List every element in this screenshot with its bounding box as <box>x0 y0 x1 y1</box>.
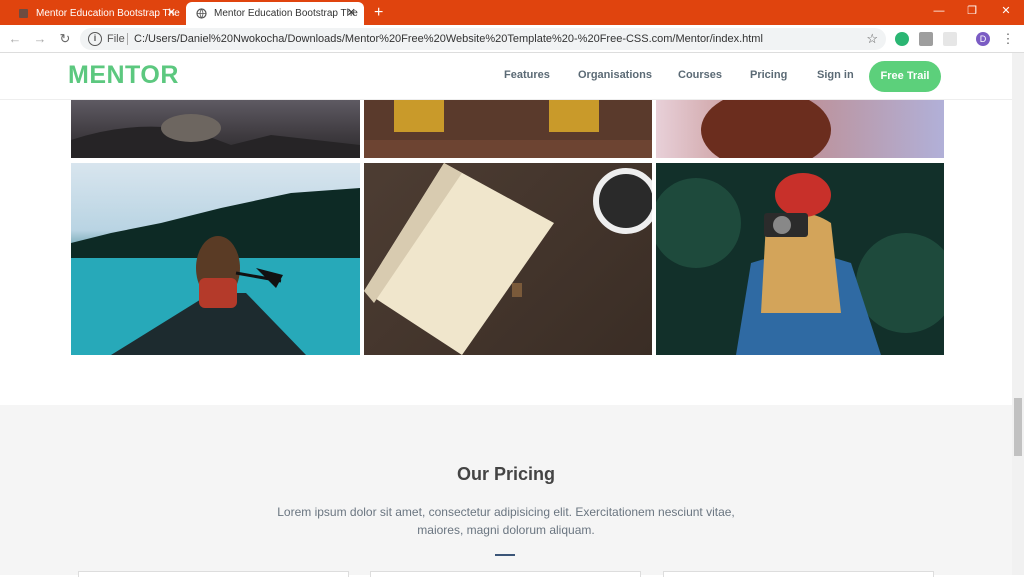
section-divider <box>495 554 515 556</box>
gallery-photo-camera-girl[interactable] <box>656 163 944 355</box>
nav-link-organisations[interactable]: Organisations <box>578 69 652 81</box>
nav-link-sign-in[interactable]: Sign in <box>817 69 854 81</box>
pricing-section: Our Pricing Lorem ipsum dolor sit amet, … <box>0 405 1012 577</box>
new-tab-button[interactable]: + <box>374 2 383 24</box>
tab-mentor-active[interactable]: Mentor Education Bootstrap The ✕ <box>186 2 364 25</box>
photo-graphic <box>364 100 652 158</box>
photo-graphic <box>364 163 652 355</box>
back-button[interactable]: ← <box>6 30 24 48</box>
gallery-photo-building[interactable] <box>364 100 652 158</box>
free-trial-button[interactable]: Free Trail <box>869 61 941 92</box>
tab-close-icon[interactable]: ✕ <box>347 2 356 25</box>
tab-mentor-1[interactable]: Mentor Education Bootstrap The ✕ <box>8 2 184 25</box>
photo-graphic <box>71 188 360 355</box>
photo-graphic <box>71 114 360 158</box>
pricing-card[interactable] <box>663 571 934 577</box>
nav-link-pricing[interactable]: Pricing <box>750 69 787 81</box>
file-label: File <box>107 33 125 45</box>
tab-title: Mentor Education Bootstrap The <box>36 8 180 19</box>
pricing-card[interactable] <box>78 571 349 577</box>
pricing-description: Lorem ipsum dolor sit amet, consectetur … <box>277 505 735 537</box>
forward-button[interactable]: → <box>31 30 49 48</box>
close-window-button[interactable]: ✕ <box>989 0 1023 22</box>
site-logo[interactable]: MENTOR <box>68 61 179 90</box>
gallery-photo-redhead[interactable] <box>656 100 944 158</box>
page-scrollbar[interactable] <box>1012 53 1024 575</box>
globe-icon <box>196 8 207 19</box>
pdf-extension-icon[interactable] <box>919 32 933 46</box>
tab-close-icon[interactable]: ✕ <box>167 2 176 25</box>
divider <box>127 33 128 45</box>
nav-link-courses[interactable]: Courses <box>678 69 722 81</box>
profile-avatar[interactable]: D <box>976 32 990 46</box>
photo-graphic <box>656 173 944 355</box>
bookmark-star-icon[interactable]: ☆ <box>866 28 878 50</box>
address-bar-row: ← → ↻ i File C:/Users/Daniel%20Nwokocha/… <box>0 25 1024 53</box>
page-favicon-icon <box>19 9 28 18</box>
pricing-card[interactable] <box>370 571 641 577</box>
extension-icon[interactable] <box>943 32 957 46</box>
restore-button[interactable]: ❐ <box>955 0 989 22</box>
browser-menu-icon[interactable]: ⋮ <box>999 30 1017 48</box>
gallery-photo-notebook[interactable] <box>364 163 652 355</box>
reload-button[interactable]: ↻ <box>56 30 74 48</box>
gallery-photo-canoe[interactable] <box>71 163 360 355</box>
scrollbar-thumb[interactable] <box>1014 398 1022 456</box>
photo-graphic <box>701 100 831 158</box>
info-icon[interactable]: i <box>88 32 102 46</box>
gallery-photo-coast[interactable] <box>71 100 360 158</box>
pricing-title: Our Pricing <box>456 464 555 484</box>
nav-link-features[interactable]: Features <box>504 69 550 81</box>
grammarly-extension-icon[interactable] <box>895 32 909 46</box>
site-navbar: MENTOR Features Organisations Courses Pr… <box>0 53 1012 100</box>
minimize-button[interactable]: — <box>922 0 956 22</box>
url-field[interactable]: i File C:/Users/Daniel%20Nwokocha/Downlo… <box>80 28 886 50</box>
tab-title: Mentor Education Bootstrap The <box>214 8 358 19</box>
url-text[interactable]: C:/Users/Daniel%20Nwokocha/Downloads/Men… <box>134 28 763 50</box>
browser-tab-bar: Mentor Education Bootstrap The ✕ Mentor … <box>0 0 1024 25</box>
